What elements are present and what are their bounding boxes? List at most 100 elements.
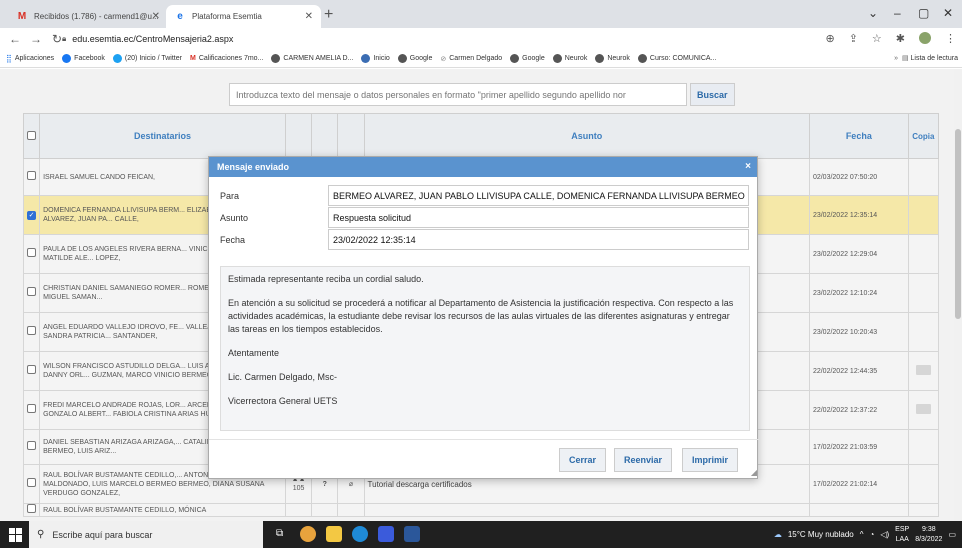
table-row[interactable]: RAUL BOLÍVAR BUSTAMANTE CEDILLO, MÓNICA — [22, 503, 940, 517]
edge-app-icon[interactable] — [352, 526, 368, 542]
close-icon[interactable]: ✕ — [305, 11, 313, 22]
col-header-copy[interactable]: Copia — [907, 113, 940, 159]
tab-title: Plataforma Esemtia — [192, 12, 262, 21]
row-checkbox[interactable] — [27, 441, 36, 450]
col-header-recipients[interactable]: Destinatarios — [39, 113, 286, 159]
close-icon[interactable]: ✕ — [152, 11, 160, 22]
dialog-title: Mensaje enviado — [217, 162, 290, 172]
bookmark-facebook[interactable]: Facebook — [62, 54, 105, 63]
page-scrollbar[interactable] — [954, 69, 962, 521]
row-checkbox-checked[interactable]: ✓ — [27, 210, 36, 220]
subject-field[interactable]: Respuesta solicitud — [328, 207, 749, 228]
share-icon[interactable]: ⇪ — [849, 32, 858, 45]
row-checkbox[interactable] — [27, 248, 36, 257]
maximize-button[interactable]: ▢ — [918, 6, 929, 20]
bookmark-google-2[interactable]: Google — [510, 54, 545, 63]
chrome-app-icon[interactable] — [300, 526, 316, 542]
bookmark-calificaciones[interactable]: M Calificaciones 7mo... — [190, 55, 263, 62]
new-tab-button[interactable]: + — [324, 6, 333, 24]
bookmark-carmen-amelia[interactable]: CARMEN AMELIA D... — [271, 54, 353, 63]
recipients-cell: RAUL BOLÍVAR BUSTAMANTE CEDILLO, MÓNICA — [43, 506, 207, 514]
bookmark-google[interactable]: Google — [397, 54, 432, 63]
clock[interactable]: 9:38 8/3/2022 — [915, 525, 942, 545]
windows-start-icon[interactable] — [9, 527, 23, 542]
col-header-subject[interactable]: Asunto — [363, 113, 810, 159]
bookmark-curso[interactable]: Curso: COMUNICA... — [637, 54, 716, 63]
scrollbar-thumb[interactable] — [955, 129, 961, 319]
date-row: Fecha 23/02/2022 12:35:14 — [220, 229, 749, 250]
row-checkbox[interactable] — [27, 171, 36, 180]
print-button[interactable]: Imprimir — [682, 448, 739, 472]
tab-search-button[interactable]: ⌄ — [868, 6, 878, 20]
envelope-icon[interactable] — [915, 403, 931, 414]
minimize-button[interactable]: – — [894, 6, 901, 20]
tab-gmail[interactable]: M Recibidos (1.786) - carmend1@u... ✕ — [8, 5, 168, 28]
bookmark-neurok-2[interactable]: Neurok — [595, 54, 630, 63]
row-checkbox[interactable] — [27, 404, 36, 413]
row-checkbox[interactable] — [27, 326, 36, 335]
notification-icon[interactable]: ▭ — [948, 530, 956, 539]
forward-arrow-icon[interactable]: → — [30, 32, 42, 46]
reading-list[interactable]: » ▤ Lista de lectura — [888, 54, 958, 62]
star-icon[interactable]: ☆ — [872, 32, 882, 45]
back-arrow-icon[interactable]: ← — [9, 32, 21, 46]
volume-icon[interactable]: ◁) — [880, 530, 889, 539]
recipients-cell: ISRAEL SAMUEL CANDO FEICAN, — [43, 173, 156, 181]
row-checkbox[interactable] — [27, 365, 36, 374]
close-window-button[interactable]: ✕ — [943, 6, 953, 20]
subject-label: Asunto — [220, 212, 249, 223]
profile-avatar[interactable] — [919, 32, 931, 44]
dialog-footer: Cerrar Reenviar Imprimir ◢ — [209, 439, 759, 479]
tab-esemtia[interactable]: e Plataforma Esemtia ✕ — [166, 5, 321, 28]
extensions-icon[interactable]: ✱ — [896, 32, 905, 45]
tray-expand-icon[interactable]: ^ — [860, 530, 864, 539]
network-icon[interactable]: ◔ — [870, 530, 875, 539]
col-header-date[interactable]: Fecha — [808, 113, 909, 159]
word-app-icon[interactable] — [404, 526, 420, 542]
row-checkbox[interactable] — [27, 504, 36, 513]
bookmark-inicio[interactable]: Inicio — [361, 54, 390, 63]
gmail-icon: M — [17, 10, 27, 22]
close-icon[interactable]: × — [745, 161, 751, 172]
envelope-icon[interactable] — [915, 364, 931, 375]
app-icon[interactable] — [378, 526, 394, 542]
weather-text[interactable]: 15°C Muy nublado — [788, 530, 854, 539]
task-view-icon[interactable]: ⧉ — [276, 528, 283, 539]
sent-message-dialog: Mensaje enviado × Para BERMEO ALVAREZ, J… — [208, 156, 759, 479]
date-cell: 23/02/2022 12:10:24 — [808, 273, 909, 313]
link-icon: ⊘ — [440, 55, 447, 63]
apps-grid-icon: ⣿ — [6, 54, 12, 63]
menu-icon[interactable]: ⋮ — [945, 32, 956, 45]
row-checkbox[interactable] — [27, 478, 36, 487]
resize-handle-icon[interactable]: ◢ — [751, 468, 757, 477]
row-checkbox[interactable] — [27, 287, 36, 296]
select-all-cell[interactable] — [22, 113, 41, 159]
date-cell: 23/02/2022 12:29:04 — [808, 234, 909, 274]
search-input[interactable] — [229, 83, 687, 106]
date-cell: 17/02/2022 21:03:59 — [808, 429, 909, 465]
select-all-checkbox[interactable] — [27, 130, 37, 140]
date-label: Fecha — [220, 234, 246, 245]
taskbar-search[interactable]: ⚲ Escribe aquí para buscar — [29, 521, 263, 548]
body-paragraph: Atentamente — [228, 348, 280, 358]
gmail-icon: M — [189, 55, 196, 62]
bookmark-carmen-delgado[interactable]: ⊘ Carmen Delgado — [440, 55, 502, 63]
resend-button[interactable]: Reenviar — [614, 448, 673, 472]
bookmark-neurok[interactable]: Neurok — [552, 54, 587, 63]
search-button[interactable]: Buscar — [690, 83, 735, 106]
bookmark-twitter[interactable]: (20) Inicio / Twitter — [112, 54, 182, 63]
date-field[interactable]: 23/02/2022 12:35:14 — [328, 229, 749, 250]
zoom-icon[interactable]: ⊕ — [825, 32, 834, 45]
bookmark-apps[interactable]: ⣿ Aplicaciones — [6, 54, 54, 63]
language-indicator[interactable]: ESP LAA — [895, 525, 909, 545]
search-icon: ⚲ — [37, 529, 45, 540]
to-field[interactable]: BERMEO ALVAREZ, JUAN PABLO LLIVISUPA CAL… — [328, 185, 749, 206]
file-explorer-icon[interactable] — [326, 526, 342, 542]
url-field[interactable]: 🔒︎ edu.esemtia.ec/CentroMensajeria2.aspx — [62, 31, 233, 47]
message-body[interactable]: Estimada representante reciba un cordial… — [220, 266, 750, 431]
chevron-right-icon: » ▤ — [894, 55, 911, 62]
globe-icon — [552, 54, 562, 63]
globe-icon — [361, 54, 371, 63]
close-button[interactable]: Cerrar — [559, 448, 607, 472]
body-paragraph: En atención a su solicitud se procederá … — [228, 298, 734, 334]
